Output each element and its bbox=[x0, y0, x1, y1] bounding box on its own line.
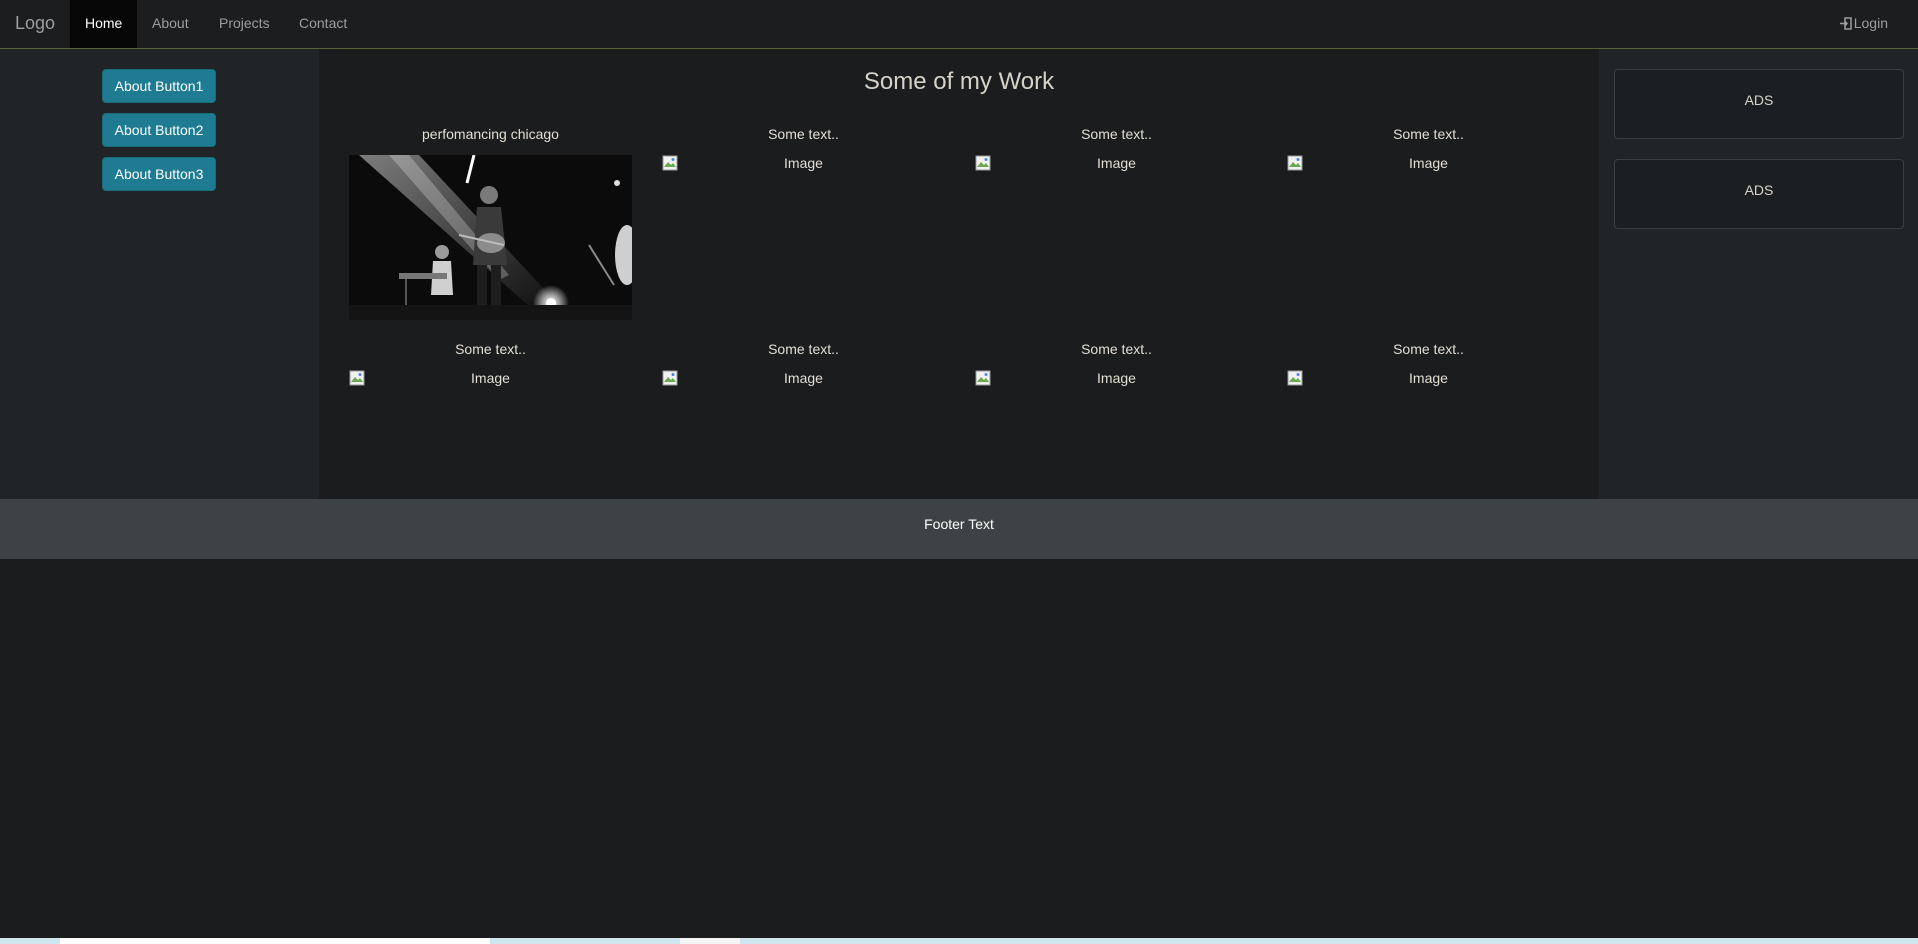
nav-projects[interactable]: Projects bbox=[204, 0, 285, 48]
grid-caption: Some text.. bbox=[1393, 126, 1464, 142]
image-alt-text: Image bbox=[1097, 155, 1136, 171]
taskbar-segment bbox=[60, 938, 490, 944]
image-alt-text: Image bbox=[471, 370, 510, 386]
grid-caption: Some text.. bbox=[768, 341, 839, 357]
right-sidebar: ADS ADS bbox=[1599, 49, 1918, 499]
top-navbar: Logo Home About Projects Contact Login bbox=[0, 0, 1918, 49]
main-content: Some of my Work perfomancing chicago Som… bbox=[319, 49, 1599, 499]
login-icon bbox=[1839, 17, 1852, 30]
login-label: Login bbox=[1853, 15, 1888, 31]
left-sidebar: About Button1 About Button2 About Button… bbox=[0, 49, 319, 499]
image-alt-text: Image bbox=[784, 155, 823, 171]
nav-home[interactable]: Home bbox=[70, 0, 138, 48]
image-alt-text: Image bbox=[784, 370, 823, 386]
image-alt-text: Image bbox=[1097, 370, 1136, 386]
nav-about[interactable]: About bbox=[137, 0, 204, 48]
grid-caption: Some text.. bbox=[1081, 126, 1152, 142]
login-link[interactable]: Login bbox=[1839, 0, 1888, 48]
image-placeholder: Image bbox=[975, 370, 1258, 386]
grid-caption: Some text.. bbox=[768, 126, 839, 142]
image-alt-text: Image bbox=[1409, 155, 1448, 171]
grid-caption: Some text.. bbox=[1081, 341, 1152, 357]
grid-caption: Some text.. bbox=[455, 341, 526, 357]
ad-box-1[interactable]: ADS bbox=[1614, 69, 1904, 139]
image-placeholder: Image bbox=[1287, 155, 1570, 171]
brand-logo[interactable]: Logo bbox=[15, 13, 55, 34]
grid-caption: perfomancing chicago bbox=[422, 126, 559, 142]
image-alt-text: Image bbox=[1409, 370, 1448, 386]
image-placeholder: Image bbox=[1287, 370, 1570, 386]
image-placeholder: Image bbox=[662, 370, 945, 386]
page-title: Some of my Work bbox=[863, 68, 1055, 95]
concert-photo bbox=[349, 155, 632, 320]
image-placeholder: Image bbox=[975, 155, 1258, 171]
page-footer: Footer Text bbox=[0, 499, 1918, 559]
footer-text: Footer Text bbox=[924, 516, 994, 532]
about-button-3[interactable]: About Button3 bbox=[102, 157, 216, 191]
about-button-2[interactable]: About Button2 bbox=[102, 113, 216, 147]
nav-contact[interactable]: Contact bbox=[284, 0, 362, 48]
grid-caption: Some text.. bbox=[1393, 341, 1464, 357]
ad-box-2[interactable]: ADS bbox=[1614, 159, 1904, 229]
taskbar-segment bbox=[680, 938, 740, 944]
taskbar-strip bbox=[0, 938, 1918, 944]
image-placeholder: Image bbox=[662, 155, 945, 171]
about-button-1[interactable]: About Button1 bbox=[102, 69, 216, 103]
image-placeholder: Image bbox=[349, 370, 632, 386]
